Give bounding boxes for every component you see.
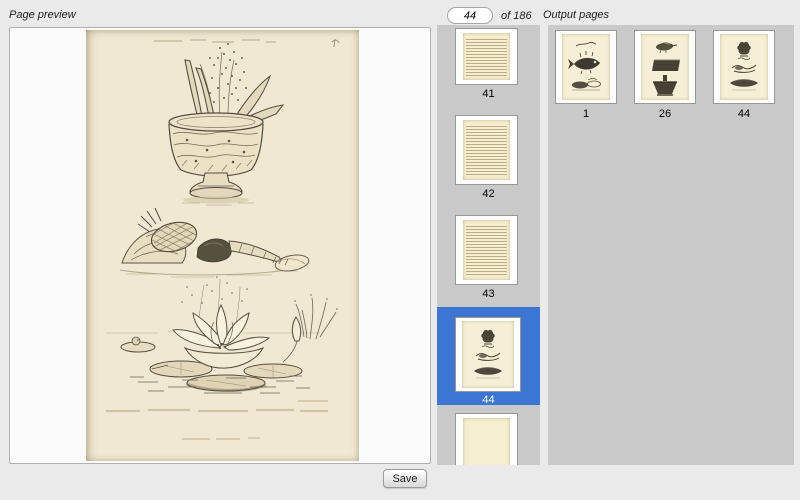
preview-page xyxy=(86,30,359,461)
pineapple-still-life-sketch xyxy=(120,208,310,277)
text-page-thumbnail xyxy=(463,120,510,180)
fish-plate-thumbnail xyxy=(562,34,610,100)
output-page-44[interactable] xyxy=(713,30,775,104)
preview-panel xyxy=(9,27,431,464)
text-page-thumbnail xyxy=(463,220,510,280)
page-extractor-window: Page preview xyxy=(0,0,800,500)
selected-thumbnail-page-44[interactable]: 44 xyxy=(437,307,540,405)
page-thumbnail-strip[interactable]: 41 42 43 xyxy=(437,25,540,465)
page-preview-label: Page preview xyxy=(9,9,76,21)
page-44-mini-plates xyxy=(724,38,764,96)
output-label-44: 44 xyxy=(713,108,775,120)
thumbnail-page-41[interactable] xyxy=(455,28,518,85)
faint-caption-text xyxy=(106,410,328,411)
thumbnail-label-44: 44 xyxy=(437,394,540,406)
page-number-input[interactable] xyxy=(447,7,493,24)
water-lily-sketch xyxy=(106,276,338,393)
faint-header-text xyxy=(154,40,276,42)
output-label-1: 1 xyxy=(555,108,617,120)
blank-page-thumbnail xyxy=(463,418,510,465)
text-page-thumbnail xyxy=(463,33,510,80)
fish-plate-mini xyxy=(566,38,606,96)
thumbnail-page-43[interactable] xyxy=(455,215,518,285)
thumbnail-label-42: 42 xyxy=(437,188,540,200)
page-count-label: of 186 xyxy=(501,10,532,22)
output-pages-label: Output pages xyxy=(543,9,609,21)
bird-basket-plate-thumbnail xyxy=(641,34,689,100)
thumbnail-label-41: 41 xyxy=(437,88,540,100)
bird-basket-plate-mini xyxy=(645,38,685,96)
page-corner-mark xyxy=(332,39,339,47)
save-button[interactable]: Save xyxy=(383,469,427,488)
output-page-26[interactable] xyxy=(634,30,696,104)
output-pages-panel: 1 26 xyxy=(548,25,794,465)
page-44-mini-plates xyxy=(468,326,508,384)
plates-page-thumbnail xyxy=(462,321,514,388)
jardiniere-sketch xyxy=(169,43,283,205)
output-page-1[interactable] xyxy=(555,30,617,104)
thumbnail-page-42[interactable] xyxy=(455,115,518,185)
thumbnail-page-44[interactable] xyxy=(455,317,521,392)
thumbnail-page-45-partial[interactable] xyxy=(455,413,518,465)
faint-caption-text-2 xyxy=(182,401,328,439)
thumbnail-label-43: 43 xyxy=(437,288,540,300)
output-label-26: 26 xyxy=(634,108,696,120)
page-44-plates-illustration xyxy=(86,30,359,461)
plates-page-thumbnail xyxy=(720,34,768,100)
